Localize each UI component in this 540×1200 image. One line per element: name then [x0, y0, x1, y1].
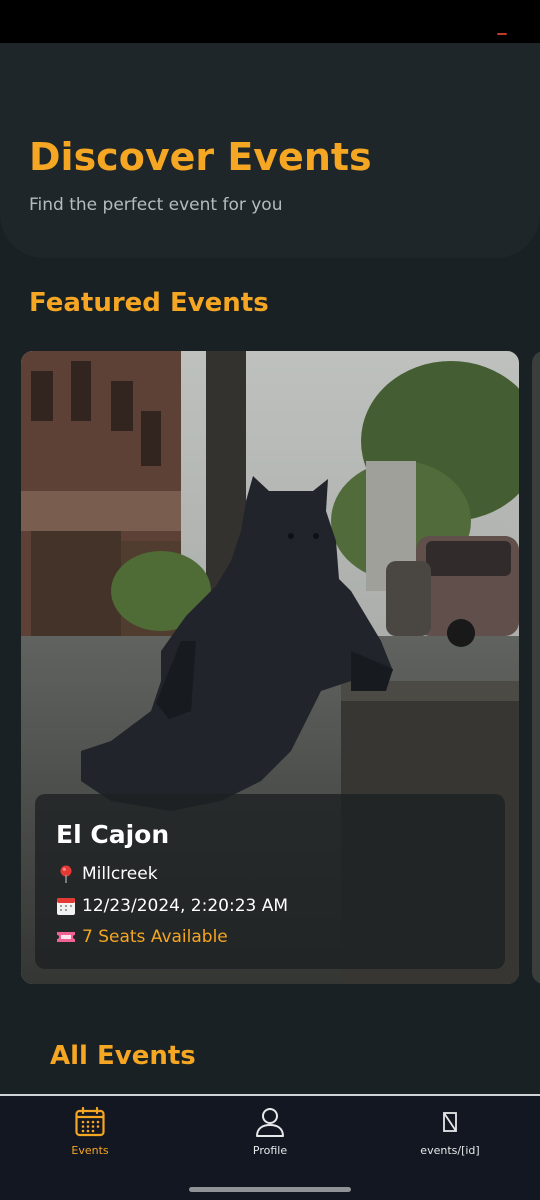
featured-carousel[interactable]: El Cajon Millcreek 12/23/2024, 2:20:23 A…: [0, 351, 540, 984]
event-date-row: 12/23/2024, 2:20:23 AM: [56, 896, 288, 916]
featured-event-card[interactable]: El Cajon Millcreek 12/23/2024, 2:20:23 A…: [21, 351, 519, 984]
event-seats-row: 7 Seats Available: [56, 927, 228, 947]
tab-events-label: Events: [71, 1144, 109, 1157]
tab-events[interactable]: Events: [0, 1096, 180, 1166]
featured-events-heading: Featured Events: [29, 288, 269, 318]
missing-glyph-icon: [443, 1112, 457, 1132]
tab-profile-label: Profile: [252, 1144, 288, 1157]
pin-icon: [60, 865, 72, 883]
event-title: El Cajon: [56, 820, 170, 849]
app-screen: Discover Events Find the perfect event f…: [0, 0, 540, 1200]
tab-profile[interactable]: Profile: [180, 1096, 360, 1166]
tab-event-detail-label: events/[id]: [420, 1144, 480, 1157]
tab-event-detail[interactable]: events/[id]: [360, 1096, 540, 1166]
header: Discover Events Find the perfect event f…: [0, 43, 540, 258]
ticket-icon: [57, 932, 75, 942]
status-bar: [0, 0, 540, 43]
event-location-row: Millcreek: [56, 864, 158, 884]
status-indicator: [497, 33, 507, 35]
event-seats: 7 Seats Available: [82, 927, 228, 947]
all-events-heading: All Events: [50, 1041, 196, 1071]
bottom-nav: Events Profile events/[id]: [0, 1094, 540, 1200]
home-indicator[interactable]: [189, 1187, 351, 1192]
event-location: Millcreek: [82, 864, 158, 884]
page-title: Discover Events: [29, 135, 372, 179]
calendar-icon: [57, 898, 75, 915]
person-icon: [256, 1108, 284, 1137]
page-subtitle: Find the perfect event for you: [29, 195, 283, 215]
event-datetime: 12/23/2024, 2:20:23 AM: [82, 896, 289, 916]
event-info-panel: El Cajon Millcreek 12/23/2024, 2:20:23 A…: [35, 794, 505, 969]
next-event-card-peek[interactable]: [532, 351, 540, 984]
calendar-grid-icon: [75, 1106, 105, 1137]
